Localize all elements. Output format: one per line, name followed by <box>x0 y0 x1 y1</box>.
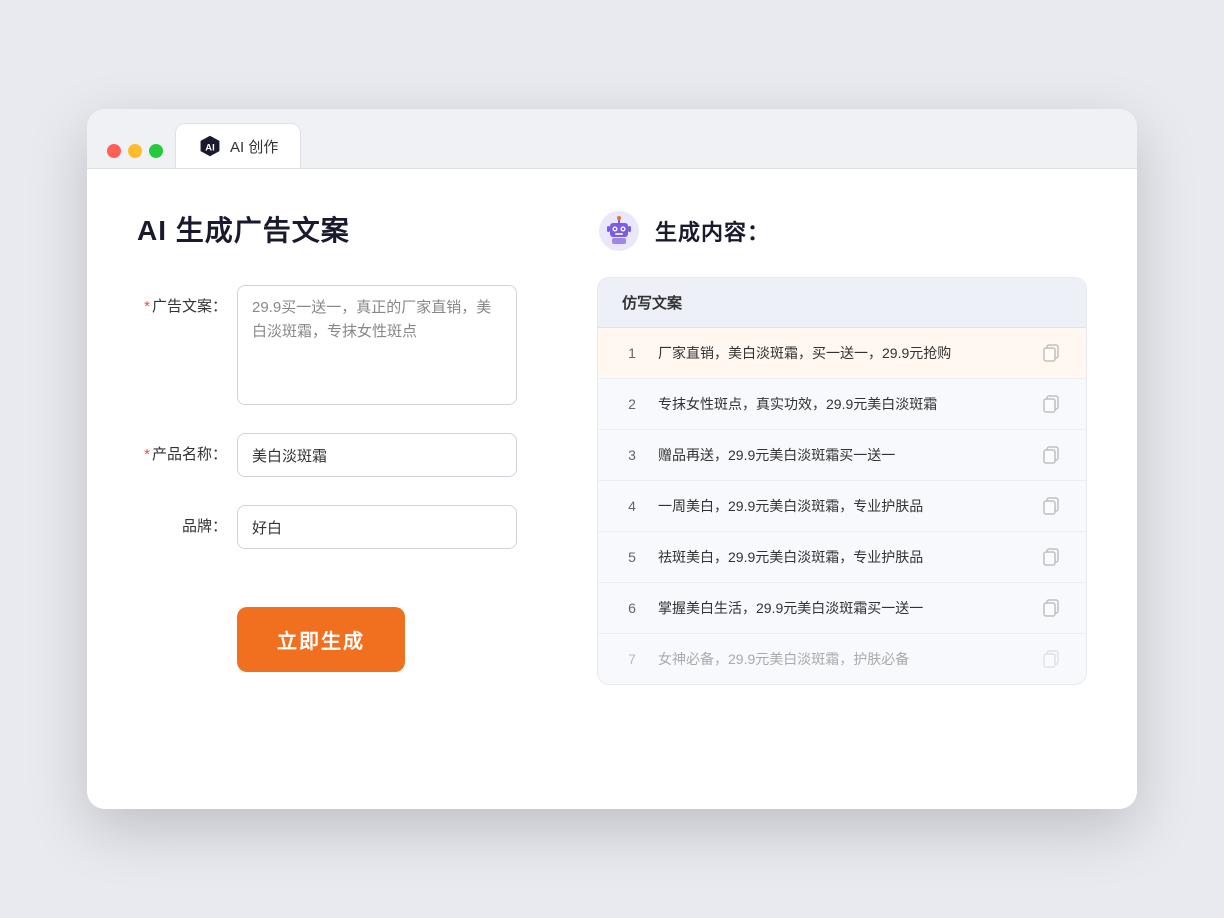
product-name-input[interactable] <box>237 433 517 477</box>
copy-button-3[interactable] <box>1040 444 1062 466</box>
maximize-button[interactable] <box>149 144 163 158</box>
product-name-group: *产品名称： <box>137 433 557 477</box>
result-title: 生成内容： <box>655 215 770 247</box>
table-row: 6 掌握美白生活，29.9元美白淡斑霜买一送一 <box>598 583 1086 634</box>
copy-button-4[interactable] <box>1040 495 1062 517</box>
brand-label: 品牌： <box>137 505 227 536</box>
table-row: 3 赠品再送，29.9元美白淡斑霜买一送一 <box>598 430 1086 481</box>
ai-creation-tab[interactable]: AI AI 创作 <box>175 123 301 168</box>
row-text: 祛斑美白，29.9元美白淡斑霜，专业护肤品 <box>658 547 1024 567</box>
row-text: 掌握美白生活，29.9元美白淡斑霜买一送一 <box>658 598 1024 618</box>
row-number: 3 <box>622 447 642 463</box>
page-title: AI 生成广告文案 <box>137 209 557 249</box>
right-panel: 生成内容： 仿写文案 1 厂家直销，美白淡斑霜，买一送一，29.9元抢购 2 专… <box>597 209 1087 769</box>
table-row: 2 专抹女性斑点，真实功效，29.9元美白淡斑霜 <box>598 379 1086 430</box>
tab-label: AI 创作 <box>230 136 278 157</box>
required-star-2: * <box>144 446 150 463</box>
main-content: AI 生成广告文案 *广告文案： *产品名称： 品牌： 立 <box>87 169 1137 809</box>
svg-text:AI: AI <box>205 141 214 152</box>
left-panel: AI 生成广告文案 *广告文案： *产品名称： 品牌： 立 <box>137 209 557 769</box>
generate-button[interactable]: 立即生成 <box>237 607 405 672</box>
ad-copy-label: *广告文案： <box>137 285 227 316</box>
table-header: 仿写文案 <box>598 278 1086 328</box>
traffic-lights <box>107 144 163 158</box>
product-name-label: *产品名称： <box>137 433 227 464</box>
brand-group: 品牌： <box>137 505 557 549</box>
required-star: * <box>144 298 150 315</box>
table-row: 4 一周美白，29.9元美白淡斑霜，专业护肤品 <box>598 481 1086 532</box>
minimize-button[interactable] <box>128 144 142 158</box>
row-number: 1 <box>622 345 642 361</box>
brand-input[interactable] <box>237 505 517 549</box>
robot-icon <box>597 209 641 253</box>
result-header: 生成内容： <box>597 209 1087 253</box>
table-row: 7 女神必备，29.9元美白淡斑霜，护肤必备 <box>598 634 1086 684</box>
copy-button-5[interactable] <box>1040 546 1062 568</box>
copy-button-2[interactable] <box>1040 393 1062 415</box>
title-bar: AI AI 创作 <box>87 109 1137 169</box>
copy-button-7[interactable] <box>1040 648 1062 670</box>
row-number: 5 <box>622 549 642 565</box>
copy-button-6[interactable] <box>1040 597 1062 619</box>
row-text: 厂家直销，美白淡斑霜，买一送一，29.9元抢购 <box>658 343 1024 363</box>
result-table: 仿写文案 1 厂家直销，美白淡斑霜，买一送一，29.9元抢购 2 专抹女性斑点，… <box>597 277 1087 685</box>
ai-logo-icon: AI <box>198 134 222 158</box>
row-number: 4 <box>622 498 642 514</box>
ad-copy-input[interactable] <box>237 285 517 405</box>
table-row: 1 厂家直销，美白淡斑霜，买一送一，29.9元抢购 <box>598 328 1086 379</box>
row-text: 女神必备，29.9元美白淡斑霜，护肤必备 <box>658 649 1024 669</box>
copy-button-1[interactable] <box>1040 342 1062 364</box>
row-number: 7 <box>622 651 642 667</box>
row-number: 6 <box>622 600 642 616</box>
row-number: 2 <box>622 396 642 412</box>
row-text: 赠品再送，29.9元美白淡斑霜买一送一 <box>658 445 1024 465</box>
ad-copy-group: *广告文案： <box>137 285 557 405</box>
table-row: 5 祛斑美白，29.9元美白淡斑霜，专业护肤品 <box>598 532 1086 583</box>
browser-window: AI AI 创作 AI 生成广告文案 *广告文案： *产品名称： <box>87 109 1137 809</box>
close-button[interactable] <box>107 144 121 158</box>
row-text: 专抹女性斑点，真实功效，29.9元美白淡斑霜 <box>658 394 1024 414</box>
row-text: 一周美白，29.9元美白淡斑霜，专业护肤品 <box>658 496 1024 516</box>
